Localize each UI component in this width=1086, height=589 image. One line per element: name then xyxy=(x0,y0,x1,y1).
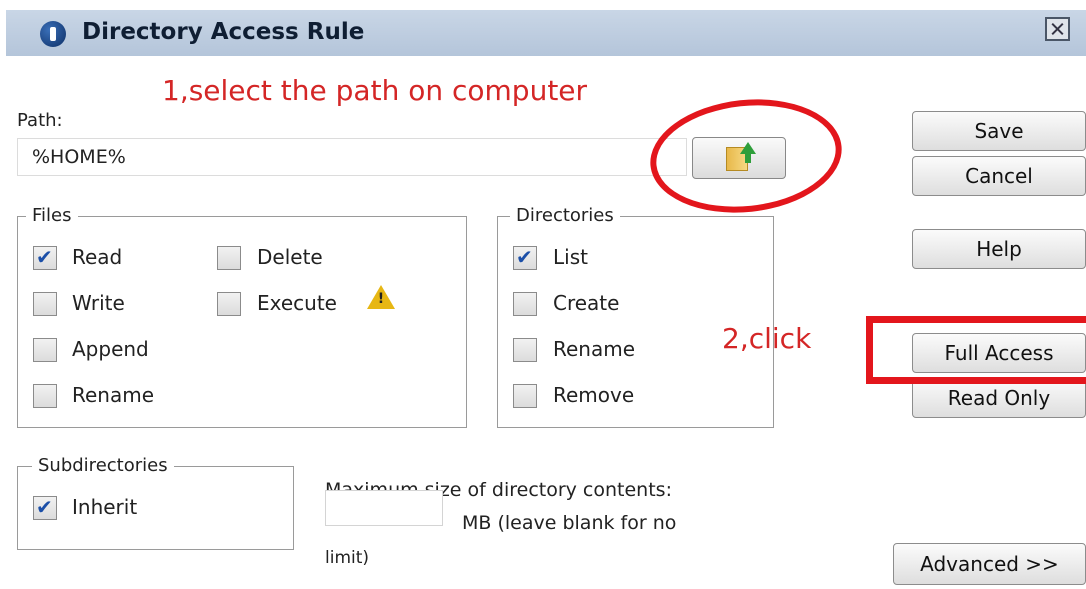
checkbox-write[interactable] xyxy=(33,292,57,316)
checkbox-list-label: List xyxy=(553,245,588,269)
help-button[interactable]: Help xyxy=(912,229,1086,269)
files-legend: Files xyxy=(26,205,78,226)
checkbox-execute[interactable] xyxy=(217,292,241,316)
advanced-button[interactable]: Advanced >> xyxy=(893,543,1086,585)
subdirectories-legend: Subdirectories xyxy=(32,455,174,476)
window-title: Directory Access Rule xyxy=(82,19,365,45)
checkbox-remove[interactable] xyxy=(513,384,537,408)
read-only-button[interactable]: Read Only xyxy=(912,378,1086,418)
checkbox-list[interactable] xyxy=(513,245,537,270)
checkbox-read-label: Read xyxy=(72,245,123,269)
checkbox-delete[interactable] xyxy=(217,246,241,270)
checkbox-remove-label: Remove xyxy=(553,383,635,407)
close-icon[interactable] xyxy=(1045,17,1070,41)
max-size-unit-note: MB (leave blank for no xyxy=(462,512,677,534)
app-icon xyxy=(40,21,66,47)
max-size-input[interactable] xyxy=(325,490,443,526)
checkbox-write-label: Write xyxy=(72,291,125,315)
checkbox-append[interactable] xyxy=(33,338,57,362)
checkbox-execute-label: Execute xyxy=(257,291,337,315)
checkbox-file-rename[interactable] xyxy=(33,384,57,408)
subdirectories-group: Subdirectories xyxy=(17,455,294,550)
directories-group: Directories xyxy=(497,205,774,428)
checkbox-dir-rename-label: Rename xyxy=(553,337,636,361)
checkbox-inherit[interactable] xyxy=(33,495,57,520)
checkbox-file-rename-label: Rename xyxy=(72,383,155,407)
checkbox-dir-rename[interactable] xyxy=(513,338,537,362)
checkbox-append-label: Append xyxy=(72,337,149,361)
checkbox-inherit-label: Inherit xyxy=(72,495,138,519)
save-button[interactable]: Save xyxy=(912,111,1086,151)
directories-legend: Directories xyxy=(510,205,620,226)
annotation-step1: 1,select the path on computer xyxy=(162,74,588,107)
checkbox-create[interactable] xyxy=(513,292,537,316)
checkbox-read[interactable] xyxy=(33,245,57,270)
max-size-unit-note-cont: limit) xyxy=(325,548,370,568)
checkbox-delete-label: Delete xyxy=(257,245,323,269)
path-input[interactable] xyxy=(17,138,687,176)
annotation-rectangle xyxy=(866,316,1086,384)
title-bar: Directory Access Rule xyxy=(0,0,1086,60)
checkbox-create-label: Create xyxy=(553,291,620,315)
cancel-button[interactable]: Cancel xyxy=(912,156,1086,196)
annotation-circle xyxy=(644,90,848,222)
path-label: Path: xyxy=(17,110,63,131)
